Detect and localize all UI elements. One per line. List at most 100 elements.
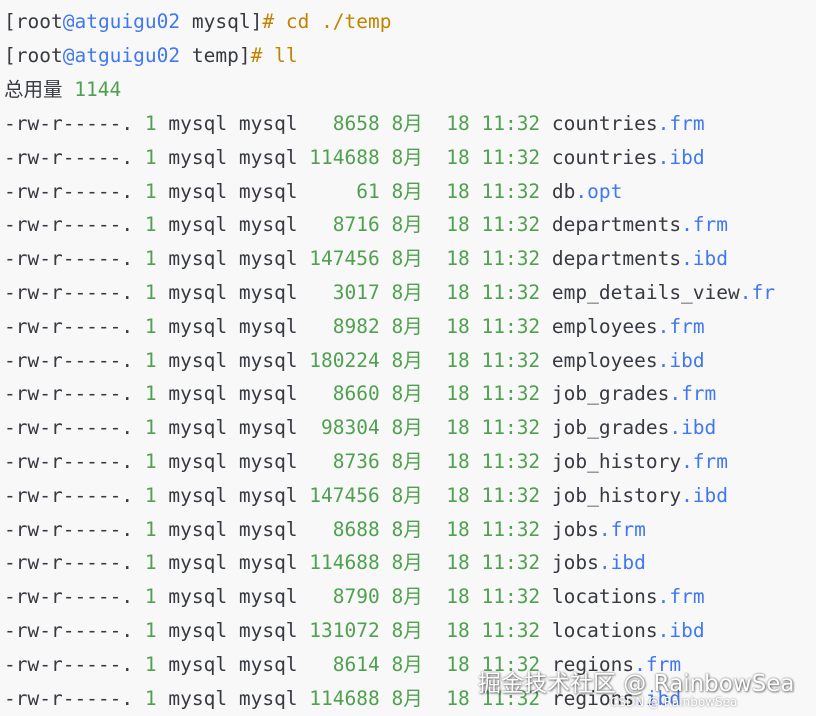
file-owner: mysql (168, 517, 228, 541)
file-extension: .frm (681, 450, 729, 473)
file-month: 8月 (391, 247, 423, 271)
command-name: cd (285, 10, 310, 33)
file-name: departments (551, 213, 682, 237)
file-extension: .frm (598, 517, 646, 541)
file-link-count: 1 (144, 483, 157, 507)
file-extension: .frm (657, 585, 705, 609)
prompt-open-bracket: [ (4, 10, 16, 33)
file-size: 147456 (309, 247, 380, 271)
file-time: 11:32 (481, 112, 541, 135)
file-month: 8月 (391, 348, 423, 372)
file-name: emp_details_view (551, 281, 740, 304)
file-day: 18 (446, 585, 470, 609)
command-argument: ./temp (321, 10, 392, 33)
file-day: 18 (446, 314, 470, 338)
file-time: 11:32 (481, 145, 541, 169)
file-day: 18 (446, 281, 470, 304)
file-permissions: -rw-r-----. (4, 145, 134, 169)
file-permissions: -rw-r-----. (4, 619, 134, 642)
file-permissions: -rw-r-----. (4, 652, 134, 676)
file-group: mysql (238, 314, 298, 338)
file-permissions: -rw-r-----. (4, 483, 134, 507)
file-day: 18 (446, 652, 470, 676)
file-link-count: 1 (144, 686, 157, 710)
file-size: 8736 (332, 450, 380, 473)
file-row: -rw-r-----. 1 mysql mysql 98304 8月 18 11… (4, 411, 716, 445)
file-owner: mysql (168, 179, 228, 203)
file-extension: .ibd (598, 551, 646, 575)
file-time: 11:32 (481, 483, 541, 507)
file-day: 18 (446, 179, 470, 203)
file-permissions: -rw-r-----. (4, 281, 134, 304)
file-extension: .ibd (657, 145, 705, 169)
file-month: 8月 (391, 179, 423, 203)
file-owner: mysql (168, 112, 228, 135)
file-name: job_grades (551, 416, 670, 440)
prompt-directory: temp (191, 44, 239, 67)
file-group: mysql (238, 348, 298, 372)
file-row: -rw-r-----. 1 mysql mysql 8658 8月 18 11:… (4, 107, 705, 141)
prompt-directory: mysql (191, 10, 251, 33)
file-group: mysql (238, 551, 298, 575)
file-link-count: 1 (144, 348, 157, 372)
file-owner: mysql (168, 416, 228, 440)
file-time: 11:32 (481, 551, 541, 575)
file-permissions: -rw-r-----. (4, 382, 134, 406)
file-extension: .frm (681, 213, 729, 237)
file-group: mysql (238, 112, 298, 135)
file-link-count: 1 (144, 585, 157, 609)
file-row: -rw-r-----. 1 mysql mysql 8688 8月 18 11:… (4, 513, 646, 547)
file-row: -rw-r-----. 1 mysql mysql 114688 8月 18 1… (4, 141, 705, 175)
file-day: 18 (446, 450, 470, 473)
file-row: -rw-r-----. 1 mysql mysql 180224 8月 18 1… (4, 344, 705, 378)
file-owner: mysql (168, 314, 228, 338)
file-group: mysql (238, 517, 298, 541)
file-size: 131072 (309, 619, 380, 642)
file-name: departments (551, 247, 682, 271)
file-day: 18 (446, 382, 470, 406)
file-day: 18 (446, 247, 470, 271)
file-name: countries (551, 145, 658, 169)
file-row: -rw-r-----. 1 mysql mysql 114688 8月 18 1… (4, 546, 646, 580)
file-day: 18 (446, 416, 470, 440)
file-day: 18 (446, 145, 470, 169)
file-size: 61 (356, 179, 380, 203)
file-month: 8月 (391, 517, 423, 541)
file-extension: .opt (575, 179, 623, 203)
file-group: mysql (238, 686, 298, 710)
file-row: -rw-r-----. 1 mysql mysql 3017 8月 18 11:… (4, 276, 775, 310)
file-owner: mysql (168, 145, 228, 169)
file-time: 11:32 (481, 416, 541, 440)
file-month: 8月 (391, 686, 423, 710)
file-permissions: -rw-r-----. (4, 517, 134, 541)
file-time: 11:32 (481, 314, 541, 338)
file-name: jobs (551, 517, 599, 541)
prompt-symbol: # (250, 44, 263, 67)
total-label: 总用量 (4, 78, 63, 101)
file-link-count: 1 (144, 112, 157, 135)
file-extension: .ibd (681, 247, 729, 271)
file-link-count: 1 (144, 247, 157, 271)
prompt-close-bracket: ] (250, 10, 263, 33)
file-owner: mysql (168, 281, 228, 304)
file-link-count: 1 (144, 314, 157, 338)
total-line: 总用量 1144 (4, 73, 121, 107)
file-month: 8月 (391, 450, 423, 473)
file-name: job_history (551, 483, 682, 507)
file-extension: .ibd (681, 483, 729, 507)
file-extension: .frm (657, 112, 705, 135)
file-group: mysql (238, 179, 298, 203)
file-month: 8月 (391, 281, 423, 304)
file-time: 11:32 (481, 619, 541, 642)
file-day: 18 (446, 551, 470, 575)
file-name: countries (551, 112, 658, 135)
file-link-count: 1 (144, 551, 157, 575)
file-owner: mysql (168, 247, 228, 271)
file-owner: mysql (168, 686, 228, 710)
file-owner: mysql (168, 348, 228, 372)
file-size: 8660 (332, 382, 380, 406)
prompt-open-bracket: [ (4, 44, 16, 67)
terminal-output[interactable]: [root@atguigu02 mysql]# cd ./temp [root@… (0, 0, 816, 716)
file-row: -rw-r-----. 1 mysql mysql 147456 8月 18 1… (4, 479, 728, 513)
file-permissions: -rw-r-----. (4, 686, 134, 710)
